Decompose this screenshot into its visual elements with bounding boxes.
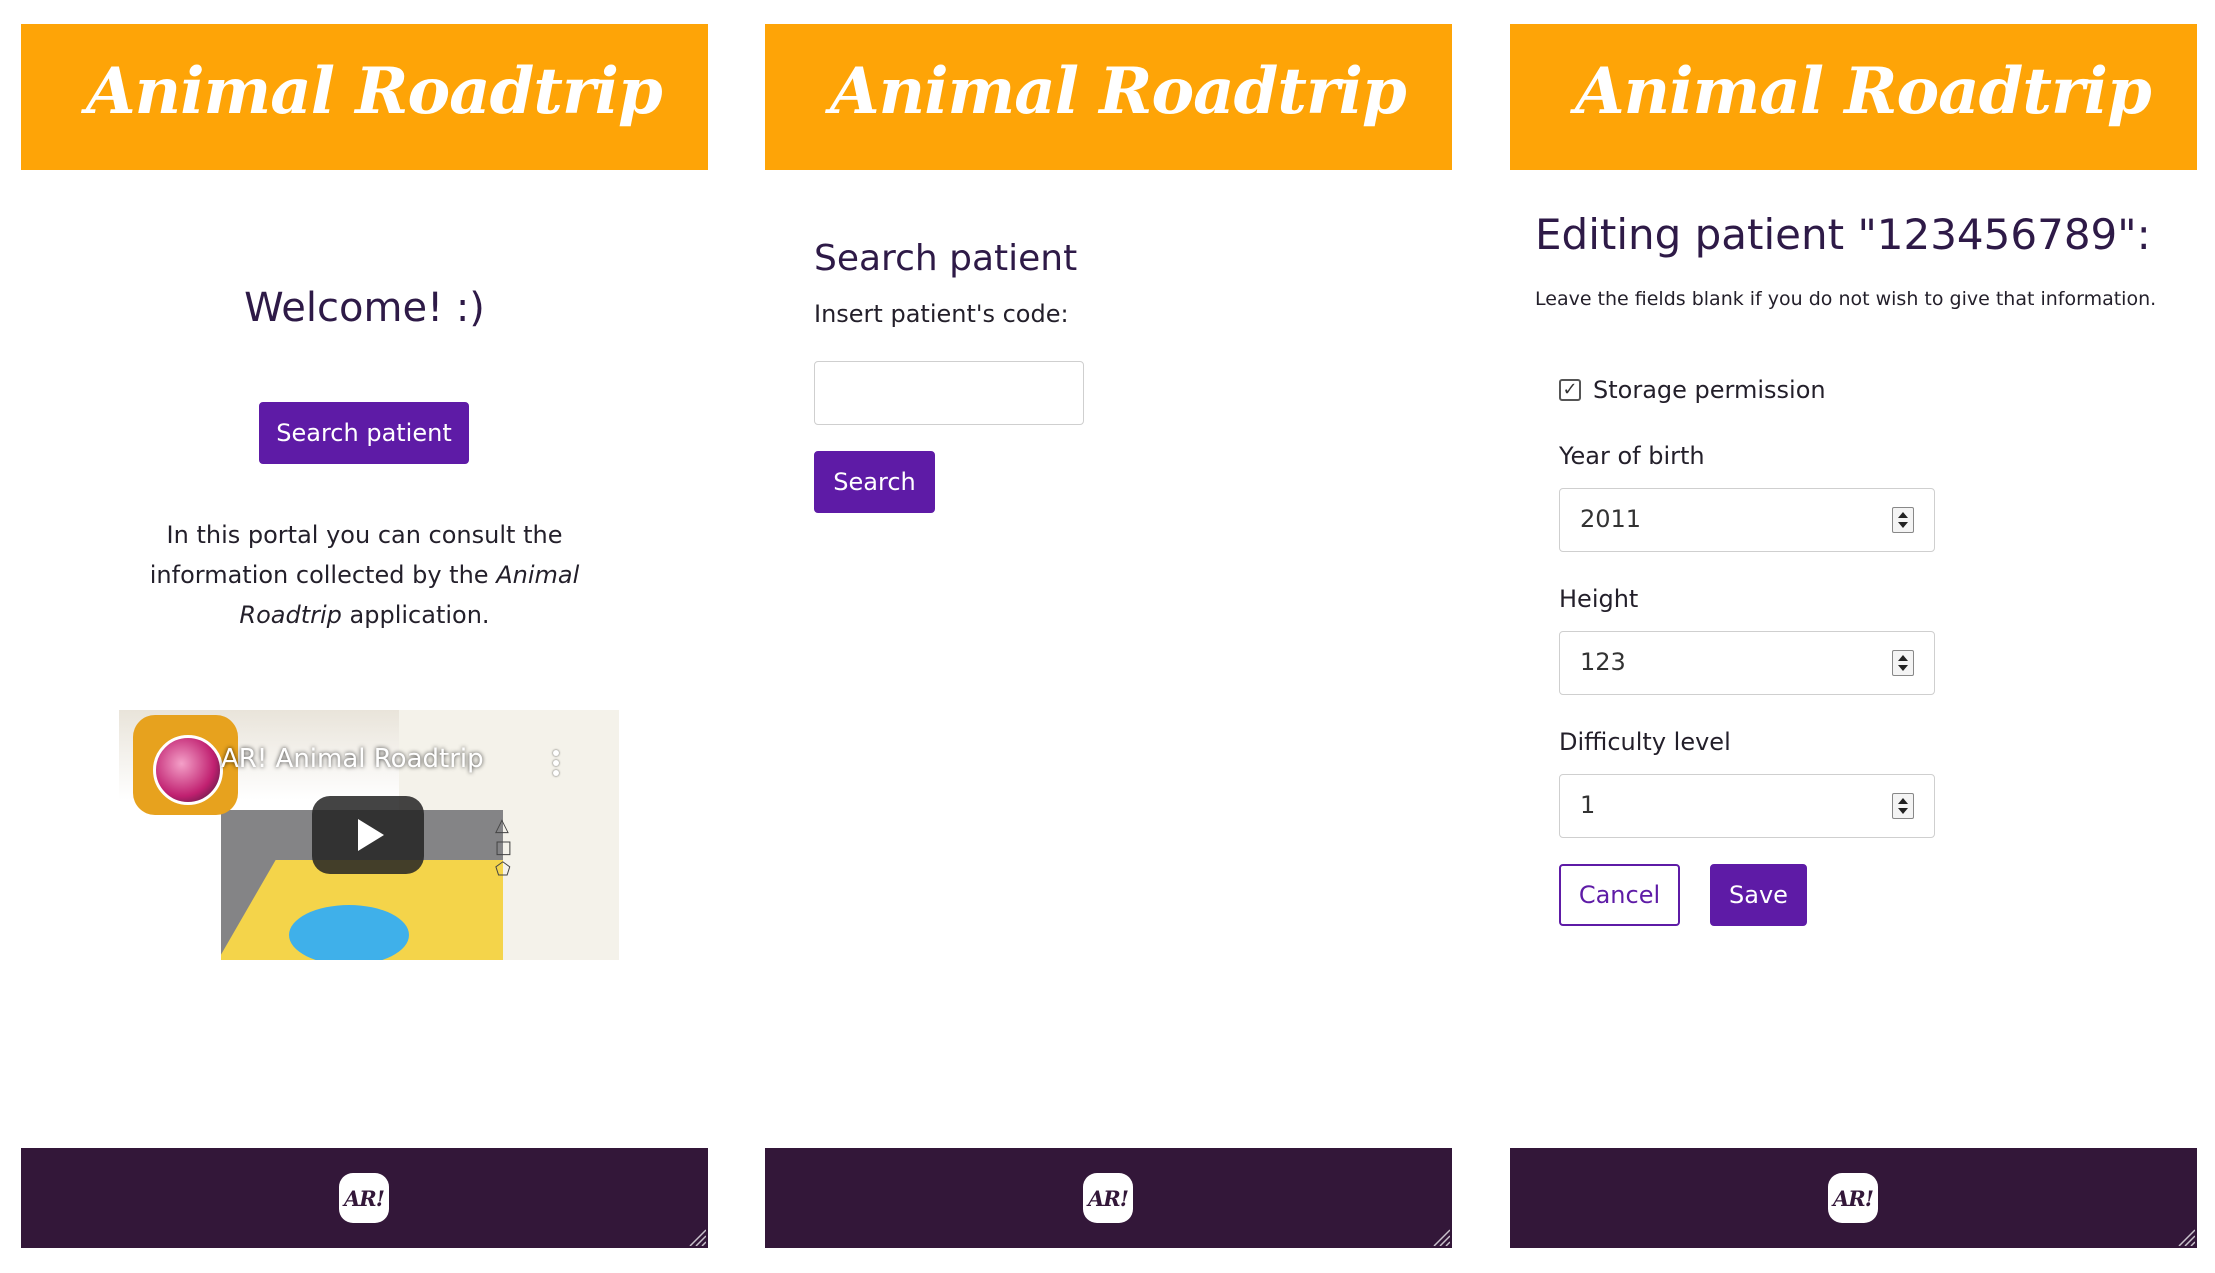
search-screen: Animal Roadtrip Search patient Insert pa… [765, 24, 1452, 1248]
storage-permission-row[interactable]: ✓ Storage permission [1559, 373, 1826, 407]
increment-icon[interactable] [1898, 512, 1908, 518]
video-more-icon[interactable] [553, 750, 561, 780]
decrement-icon[interactable] [1898, 522, 1908, 528]
app-header: Animal Roadtrip [21, 24, 708, 170]
edit-patient-title: Editing patient "123456789": [1535, 210, 2151, 259]
intro-text-end: application. [341, 601, 490, 629]
brand-title[interactable]: Animal Roadtrip [1575, 54, 2152, 129]
brand-title[interactable]: Animal Roadtrip [830, 54, 1407, 129]
search-patient-button[interactable]: Search patient [259, 402, 469, 464]
app-footer: AR! [1510, 1148, 2197, 1248]
scene-pool [289, 905, 409, 960]
resize-grip-icon[interactable] [686, 1226, 706, 1246]
difficulty-level-input[interactable]: 1 [1559, 774, 1935, 838]
search-title: Search patient [814, 238, 1078, 279]
year-of-birth-value: 2011 [1580, 505, 1642, 533]
patient-code-label: Insert patient's code: [814, 300, 1069, 328]
search-button[interactable]: Search [814, 451, 935, 513]
height-spinner[interactable] [1892, 650, 1914, 676]
difficulty-level-value: 1 [1580, 791, 1596, 819]
ar-logo: AR! [339, 1173, 389, 1223]
year-of-birth-input[interactable]: 2011 [1559, 488, 1935, 552]
app-header: Animal Roadtrip [765, 24, 1452, 170]
edit-note: Leave the fields blank if you do not wis… [1535, 288, 2157, 310]
resize-grip-icon[interactable] [2175, 1226, 2195, 1246]
year-of-birth-label: Year of birth [1559, 442, 1705, 470]
app-footer: AR! [765, 1148, 1452, 1248]
decrement-icon[interactable] [1898, 808, 1908, 814]
increment-icon[interactable] [1898, 798, 1908, 804]
cancel-button[interactable]: Cancel [1559, 864, 1680, 926]
play-button[interactable] [312, 796, 424, 874]
ar-logo: AR! [1083, 1173, 1133, 1223]
difficulty-level-label: Difficulty level [1559, 728, 1731, 756]
height-input[interactable]: 123 [1559, 631, 1935, 695]
intro-text: In this portal you can consult the infor… [131, 515, 598, 635]
patient-code-input[interactable] [814, 361, 1084, 425]
difficulty-level-spinner[interactable] [1892, 793, 1914, 819]
shape-icons: △ □ ⬠ [495, 815, 513, 880]
resize-grip-icon[interactable] [1430, 1226, 1450, 1246]
decrement-icon[interactable] [1898, 665, 1908, 671]
storage-permission-checkbox[interactable]: ✓ [1559, 379, 1581, 401]
video-title[interactable]: AR! Animal Roadtrip [221, 744, 484, 774]
edit-patient-screen: Animal Roadtrip Editing patient "1234567… [1510, 24, 2197, 1248]
app-header: Animal Roadtrip [1510, 24, 2197, 170]
welcome-heading: Welcome! :) [244, 285, 485, 331]
save-button[interactable]: Save [1710, 864, 1807, 926]
play-icon [358, 819, 384, 851]
height-label: Height [1559, 585, 1639, 613]
ar-logo: AR! [1828, 1173, 1878, 1223]
increment-icon[interactable] [1898, 655, 1908, 661]
storage-permission-label[interactable]: Storage permission [1593, 376, 1826, 404]
channel-avatar [153, 735, 223, 805]
year-of-birth-spinner[interactable] [1892, 507, 1914, 533]
height-value: 123 [1580, 648, 1626, 676]
app-footer: AR! [21, 1148, 708, 1248]
video-embed[interactable]: AR! Animal Roadtrip △ □ ⬠ [119, 710, 619, 960]
home-screen: Animal Roadtrip Welcome! :) Search patie… [21, 24, 708, 1248]
brand-title[interactable]: Animal Roadtrip [86, 54, 663, 129]
